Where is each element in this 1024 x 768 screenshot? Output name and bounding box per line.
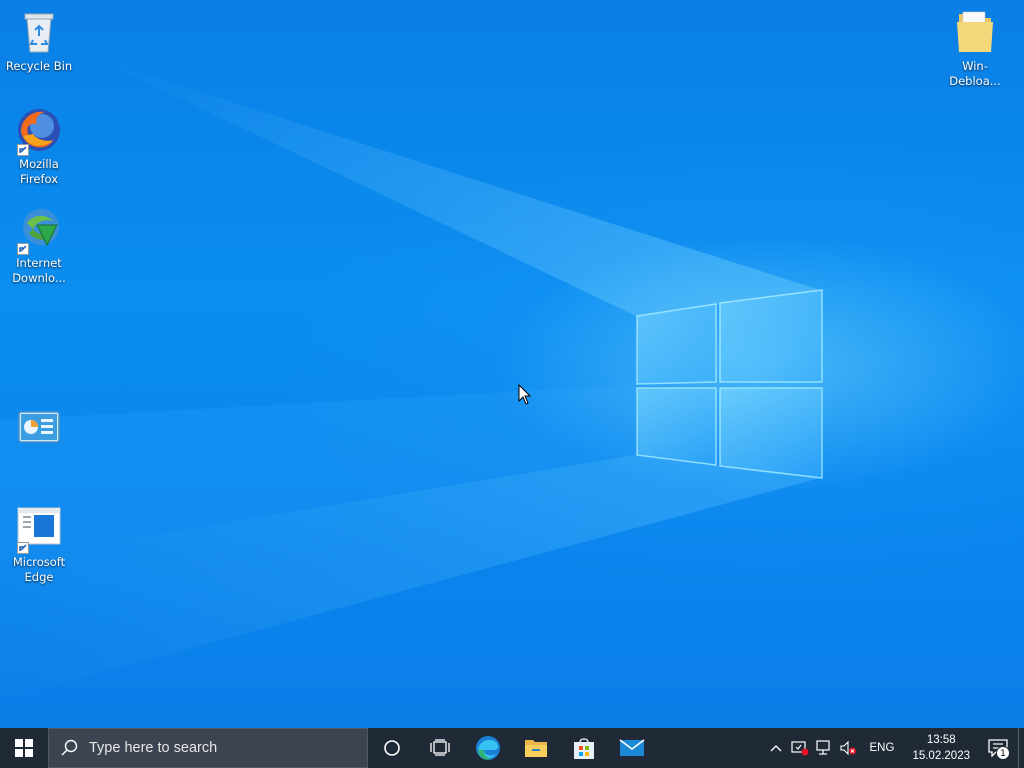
show-hidden-icons-button[interactable] xyxy=(764,728,788,768)
network-tray-button[interactable] xyxy=(812,728,836,768)
internet-download-manager-icon xyxy=(15,205,63,255)
task-view-button[interactable] xyxy=(416,728,464,768)
taskbar-microsoft-store-button[interactable] xyxy=(560,728,608,768)
search-icon xyxy=(61,739,78,756)
microsoft-edge-icon xyxy=(15,504,63,554)
system-tray: ENG 13:58 15.02.2023 1 xyxy=(764,728,1024,768)
action-center-button[interactable]: 1 xyxy=(978,728,1018,768)
volume-tray-button[interactable] xyxy=(836,728,860,768)
defender-tray-button[interactable] xyxy=(788,728,812,768)
shortcut-arrow-icon xyxy=(17,542,29,554)
file-explorer-icon xyxy=(525,740,547,757)
desktop-icon-label: Mozilla Firefox xyxy=(19,157,59,186)
edge-icon xyxy=(476,736,500,760)
notification-count-badge: 1 xyxy=(996,746,1010,760)
volume-muted-icon xyxy=(839,740,856,756)
security-alert-icon xyxy=(790,741,809,756)
mouse-cursor-icon xyxy=(518,384,532,405)
shortcut-arrow-icon xyxy=(17,243,29,255)
firefox-icon xyxy=(15,106,63,156)
control-panel-icon xyxy=(15,406,63,454)
clock-time: 13:58 xyxy=(926,734,956,746)
desktop-icon-recycle-bin[interactable]: Recycle Bin xyxy=(1,8,77,74)
task-view-icon xyxy=(430,739,450,756)
taskbar-edge-button[interactable] xyxy=(464,728,512,768)
windows-logo-wallpaper xyxy=(0,60,823,700)
chevron-up-icon xyxy=(770,745,781,752)
recycle-bin-icon xyxy=(15,8,63,56)
input-language-indicator[interactable]: ENG xyxy=(860,742,905,754)
network-icon xyxy=(815,740,830,755)
search-box[interactable]: Type here to search xyxy=(48,728,368,768)
desktop-icon-win-debloat-folder[interactable]: Win-Debloa... xyxy=(937,8,1013,89)
taskbar: Type here to search ENG 13:58 15.02.2023… xyxy=(0,728,1024,768)
taskbar-mail-button[interactable] xyxy=(608,728,656,768)
desktop-icon-label: Internet Downlo... xyxy=(12,256,66,285)
start-button[interactable] xyxy=(0,728,48,768)
mail-icon xyxy=(619,739,645,756)
desktop-icon-microsoft-edge[interactable]: Microsoft Edge xyxy=(1,504,77,585)
clock-date: 15.02.2023 xyxy=(912,750,970,762)
desktop-icon-label: Win-Debloa... xyxy=(949,59,1001,88)
windows-start-icon xyxy=(15,739,33,757)
desktop-icon-internet-download-manager[interactable]: Internet Downlo... xyxy=(1,205,77,286)
folder-icon xyxy=(951,8,999,56)
clock[interactable]: 13:58 15.02.2023 xyxy=(904,732,978,764)
cortana-button[interactable] xyxy=(368,728,416,768)
show-desktop-button[interactable] xyxy=(1018,728,1024,768)
desktop-icon-control-panel[interactable] xyxy=(1,406,77,457)
shortcut-arrow-icon xyxy=(17,144,29,156)
taskbar-file-explorer-button[interactable] xyxy=(512,728,560,768)
desktop-icon-firefox[interactable]: Mozilla Firefox xyxy=(1,106,77,187)
desktop-icon-label: Microsoft Edge xyxy=(12,555,66,584)
cortana-icon xyxy=(384,740,400,756)
search-placeholder: Type here to search xyxy=(89,740,218,756)
microsoft-store-icon xyxy=(574,738,594,759)
desktop-wallpaper xyxy=(0,0,1024,728)
desktop-icon-label: Recycle Bin xyxy=(5,59,73,73)
